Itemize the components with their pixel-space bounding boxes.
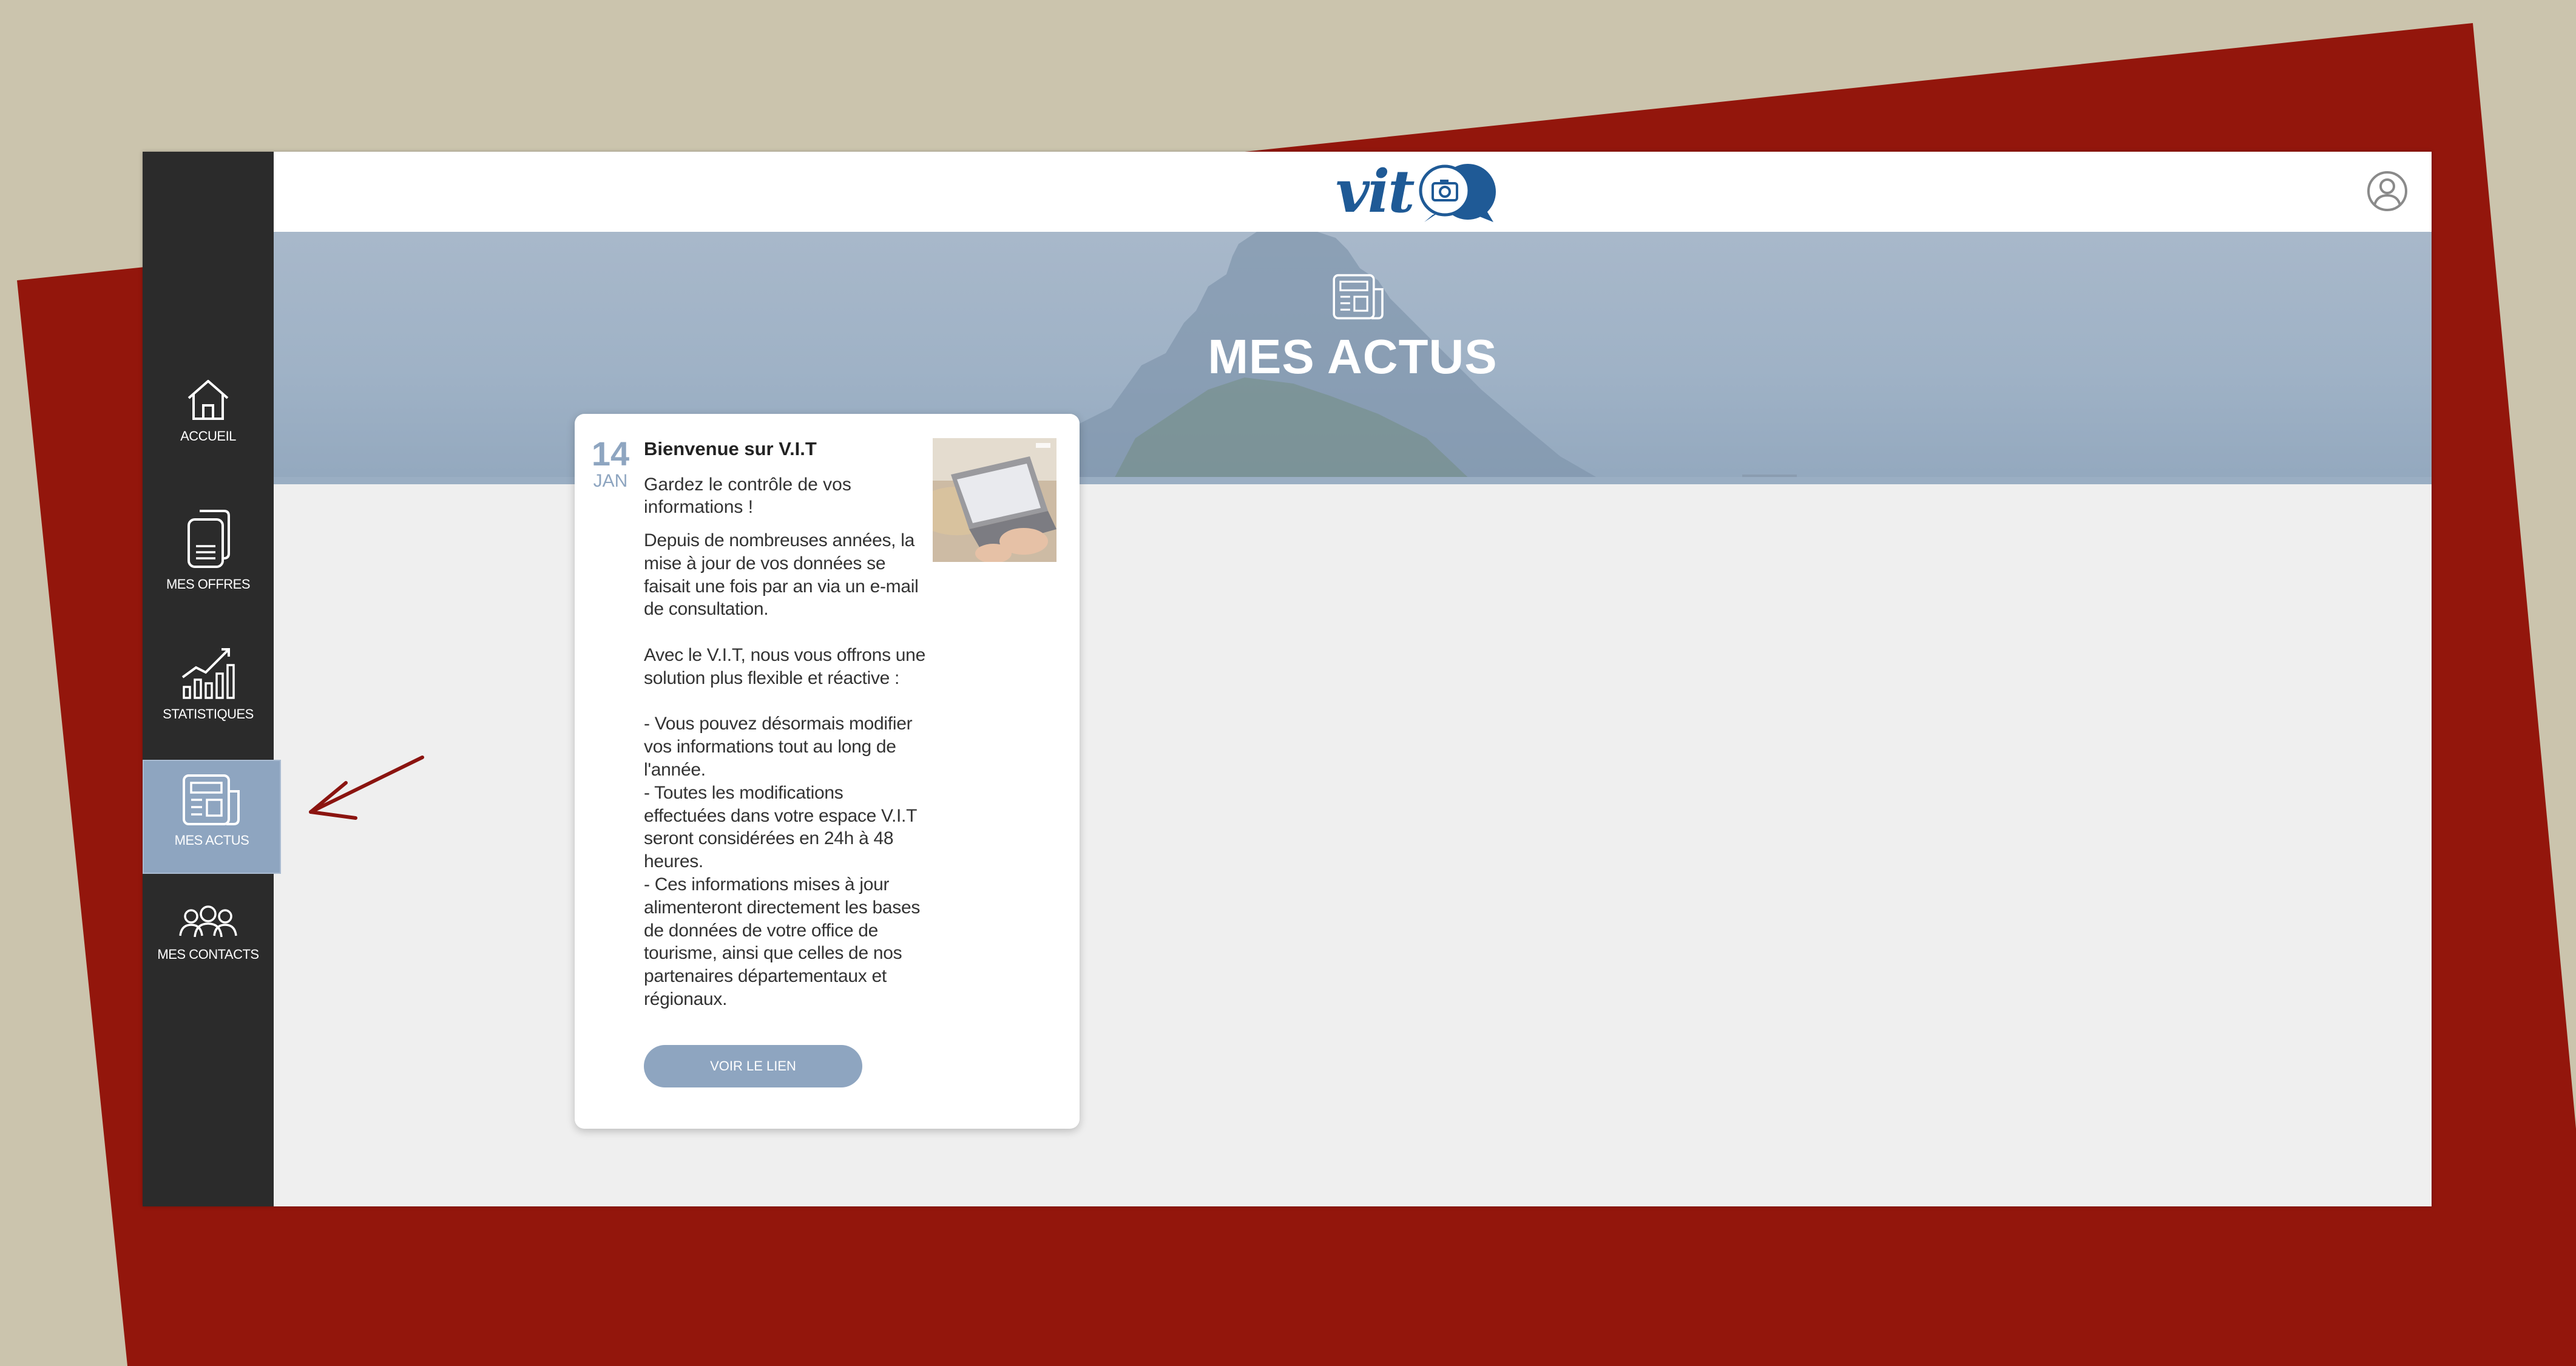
camera-speech-bubble-icon — [1419, 164, 1496, 222]
news-card: 14 JAN Bienvenue sur V.I.T Gardez le con… — [575, 414, 1080, 1129]
app-window: ACCUEIL MES OFFRES STATISTIQUES MES ACTU… — [143, 152, 2432, 1206]
sidebar-item-mes-offres[interactable]: MES OFFRES — [143, 507, 274, 592]
annotation-arrow-icon — [309, 756, 424, 820]
sidebar-item-label: ACCUEIL — [180, 428, 236, 444]
sidebar-item-accueil[interactable]: ACCUEIL — [143, 376, 274, 444]
news-title: Bienvenue sur V.I.T — [644, 438, 817, 459]
user-circle-icon — [2367, 171, 2407, 211]
documents-icon — [188, 510, 230, 568]
sidebar-item-mes-actus[interactable]: MES ACTUS — [143, 760, 281, 874]
sidebar-item-label: STATISTIQUES — [163, 706, 254, 722]
sidebar-item-statistiques[interactable]: STATISTIQUES — [143, 643, 274, 722]
sidebar-item-label: MES OFFRES — [166, 576, 251, 592]
sidebar-item-label: MES ACTUS — [174, 833, 249, 848]
bar-chart-icon — [181, 648, 235, 699]
user-account-button[interactable] — [2366, 170, 2409, 215]
top-bar: vit — [274, 152, 2432, 232]
news-date-month: JAN — [593, 471, 628, 491]
page-title: MES ACTUS — [1208, 330, 1498, 384]
news-body: Depuis de nombreuses années, la mise à j… — [644, 530, 925, 1009]
news-date-day: 14 — [591, 434, 630, 473]
contacts-icon — [179, 905, 237, 938]
sidebar-item-mes-contacts[interactable]: MES CONTACTS — [143, 904, 274, 962]
news-subtitle: Gardez le contrôle de vos informations ! — [644, 475, 851, 517]
logo-text: vit — [1336, 157, 1415, 226]
newspaper-icon — [183, 774, 240, 825]
home-icon — [188, 380, 229, 420]
vit-logo[interactable]: vit — [1336, 158, 1512, 226]
voir-le-lien-button[interactable]: VOIR LE LIEN — [644, 1045, 862, 1087]
sidebar: ACCUEIL MES OFFRES STATISTIQUES MES ACTU… — [143, 152, 281, 1206]
sidebar-item-label: MES CONTACTS — [157, 947, 259, 962]
newspaper-icon — [1333, 274, 1384, 320]
news-thumbnail-laptop-image — [933, 438, 1056, 562]
